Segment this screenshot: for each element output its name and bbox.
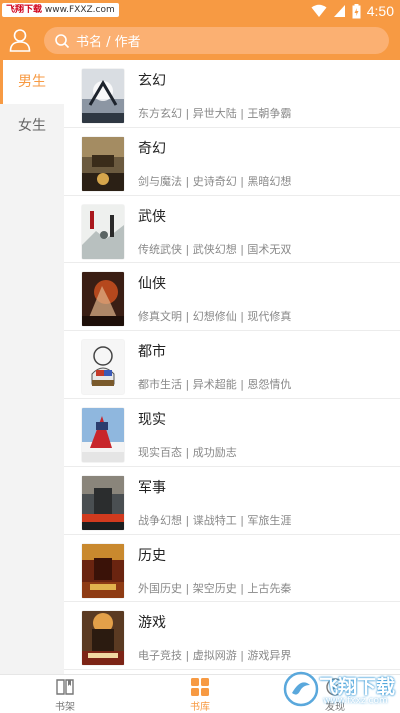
book-cover [82,136,124,191]
genre-tags: 传统武侠 | 武侠幻想 | 国术无双 [138,242,292,256]
book-cover [82,407,124,462]
status-bar: 飞翔下载 www.FXXZ.com 4:50 [0,0,400,22]
status-icons: 4:50 [311,2,394,20]
genre-tags: 东方玄幻 | 异世大陆 | 王朝争霸 [138,107,292,120]
search-placeholder: 书名 / 作者 [76,35,141,50]
genre-title: 都市 [138,344,166,361]
watermark-brand: 飞翔下载 [6,5,43,15]
genre-title: 玄幻 [138,73,166,89]
genre-tags: 剑与魔法 | 史诗奇幻 | 黑暗幻想 [138,174,292,188]
genre-tags: 外国历史 | 架空历史 | 上古先秦 [138,581,292,595]
genre-tags: 现实百态 | 成功励志 [138,445,237,459]
genre-title: 现实 [138,411,166,428]
genre-title: 武侠 [138,208,166,225]
genre-row-lishi[interactable]: 历史 外国历史 | 架空历史 | 上古先秦 [64,535,400,603]
genre-row-youxi[interactable]: 游戏 电子竞技 | 虚拟网游 | 游戏异界 [64,602,400,671]
nav-item-bookshelf[interactable]: 书架 [25,677,105,713]
wifi-icon [311,4,327,17]
genre-title: 军事 [138,479,166,496]
search-icon [55,33,70,48]
watermark-logo-bottom: 飞翔下载 www.fxxz.com [283,667,395,711]
genre-tags: 战争幻想 | 谍战特工 | 军旅生涯 [138,513,292,527]
status-time: 4:50 [366,3,394,19]
watermark-url: www.FXXZ.com [44,5,115,15]
genre-title: 历史 [138,547,166,564]
genre-row-xuanhuan[interactable]: 玄幻 东方玄幻 | 异世大陆 | 王朝争霸 [64,60,400,128]
genre-row-xianshi[interactable]: 现实 现实百态 | 成功励志 [64,399,400,467]
battery-icon [352,3,361,18]
book-cover [82,272,124,327]
search-bar[interactable]: 书名 / 作者 [44,27,389,54]
book-cover [82,204,124,259]
genre-list: 玄幻 东方玄幻 | 异世大陆 | 王朝争霸 奇幻 剑与魔法 | 史诗奇幻 | 黑… [64,60,400,674]
header: 书名 / 作者 [0,22,400,60]
nav-label: 书架 [55,702,75,713]
genre-title: 奇幻 [138,140,166,157]
genre-row-junshi[interactable]: 军事 战争幻想 | 谍战特工 | 军旅生涯 [64,467,400,535]
genre-tags: 都市生活 | 异术超能 | 恩怨情仇 [138,378,292,392]
watermark-url: www.fxxz.com [323,696,388,706]
genre-row-xianxia[interactable]: 仙侠 修真文明 | 幻想修仙 | 现代修真 [64,263,400,332]
book-cover [82,611,124,666]
book-icon [56,679,74,695]
genre-row-qihuan[interactable]: 奇幻 剑与魔法 | 史诗奇幻 | 黑暗幻想 [64,128,400,196]
genre-tags: 修真文明 | 幻想修仙 | 现代修真 [138,310,292,324]
watermark-emblem-icon [283,671,319,707]
book-cover [82,543,124,598]
book-cover [82,475,124,530]
sidebar: 男生 女生 [0,60,64,674]
genre-tags: 电子竞技 | 虚拟网游 | 游戏异界 [138,649,292,663]
genre-row-dushi[interactable]: 都市 都市生活 | 异术超能 | 恩怨情仇 [64,331,400,399]
sidebar-item-female[interactable]: 女生 [0,104,64,148]
watermark-logo: 飞翔下载 www.FXXZ.com [2,3,119,17]
book-cover [82,340,124,395]
book-cover [82,69,124,123]
cellular-signal-icon [333,5,345,17]
nav-item-library[interactable]: 书库 [160,677,240,713]
watermark-brand: 飞翔下载 [319,676,396,698]
user-icon[interactable] [9,28,31,52]
nav-label: 书库 [190,702,210,713]
genre-title: 仙侠 [138,276,166,293]
grid-icon [191,678,209,696]
sidebar-item-male[interactable]: 男生 [0,60,64,104]
genre-title: 游戏 [138,615,166,632]
genre-row-wuxia[interactable]: 武侠 传统武侠 | 武侠幻想 | 国术无双 [64,196,400,264]
